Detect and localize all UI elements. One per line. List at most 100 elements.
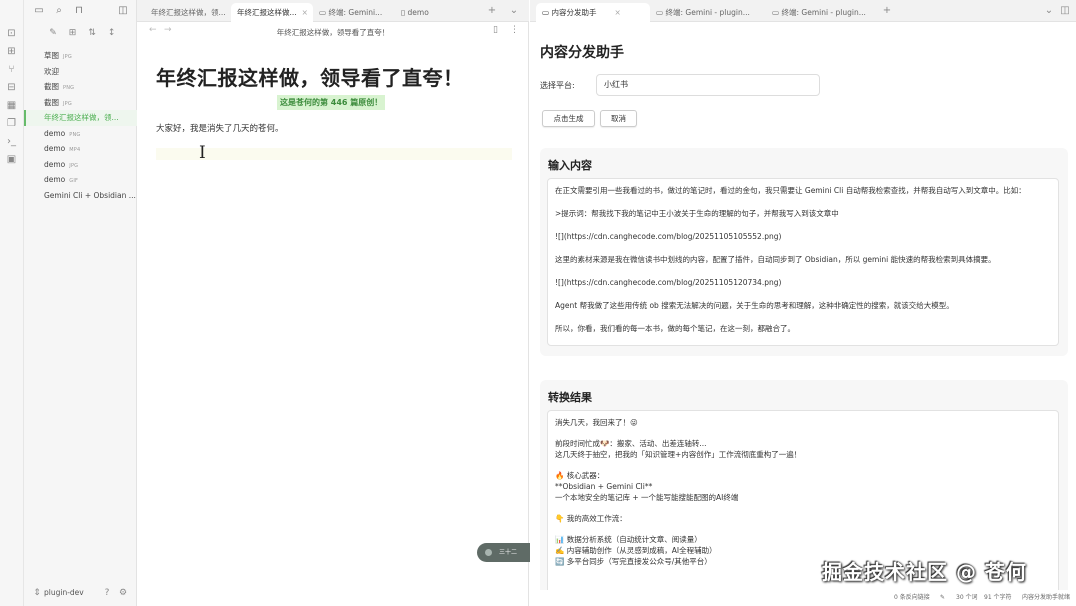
file-item[interactable]: Gemini Cli + Obsidian ... — [24, 188, 137, 204]
highlighted-text[interactable]: 这是苍何的第 446 篇原创！ — [277, 95, 386, 110]
plugin-title: 内容分发助手 — [540, 45, 624, 61]
generate-button[interactable]: 点击生成 — [542, 110, 595, 127]
tab-terminal-2[interactable]: ▭ 终端: Gemini - plugin... — [766, 3, 878, 22]
explorer-toolbar: ✎ ⊞ ⇅ ↕ — [46, 26, 122, 40]
close-icon[interactable]: × — [614, 8, 620, 17]
input-paragraph: ![](https://cdn.canghecode.com/blog/2025… — [555, 232, 782, 241]
tab-demo[interactable]: ▯ demo — [395, 3, 455, 22]
file-name: demo — [44, 159, 66, 169]
new-note-icon[interactable]: ✎ — [46, 26, 60, 40]
templates-icon[interactable]: ⊟ — [5, 81, 18, 94]
new-tab-icon[interactable]: + — [485, 4, 499, 18]
canvas-icon[interactable]: ⊞ — [5, 45, 18, 58]
file-name: 截图 — [44, 82, 59, 91]
result-line: 🔥 核心武器： — [555, 471, 605, 480]
file-item[interactable]: demo PNG — [24, 126, 137, 142]
result-line: 一个本地安全的笔记库 + 一个能写能搜能配图的AI终端 — [555, 493, 739, 502]
backlinks-count[interactable]: 0 条反向链接 — [894, 590, 930, 606]
input-paragraph: Agent 帮我做了这些用传统 ob 搜索无法解决的问题，关于生命的思考和理解，… — [555, 301, 954, 310]
input-paragraph: >提示词：帮我找下我的笔记中王小波关于生命的理解的句子，并帮我写入到该文章中 — [555, 209, 839, 218]
settings-gear-icon[interactable]: ⚙ — [116, 584, 130, 602]
search-icon[interactable]: ⌕ — [52, 4, 66, 18]
vault-switcher[interactable]: ⇕ plugin-dev ? ⚙ — [24, 584, 137, 602]
file-item[interactable]: 截图 JPG — [24, 95, 137, 111]
watermark: 掘金技术社区 @ 苍何 — [822, 560, 1027, 584]
input-paragraph: ![](https://cdn.canghecode.com/blog/2025… — [555, 278, 782, 287]
word-count: 30 个词 — [956, 594, 978, 601]
sort-icon[interactable]: ⇅ — [85, 26, 99, 40]
vault-name: plugin-dev — [44, 588, 84, 597]
tab-note-1[interactable]: 年终汇报这样做，领... — [145, 3, 231, 22]
file-extension-badge: PNG — [69, 131, 81, 138]
note-title[interactable]: 年终汇报这样做，领导看了直夸！ — [156, 62, 464, 91]
copy-icon[interactable]: ❐ — [5, 117, 18, 130]
left-tab-bar: 年终汇报这样做，领... 年终汇报这样做... × ▭ 终端: Gemini...… — [137, 0, 529, 22]
command-icon[interactable]: ▣ — [5, 153, 18, 166]
file-item[interactable]: demo JPG — [24, 157, 137, 173]
input-paragraph: 所以，你看，我们看的每一本书，做的每个笔记，在这一刻，都融合了。 — [555, 324, 795, 333]
reading-view-icon[interactable]: ▯ — [493, 25, 498, 35]
close-icon[interactable]: × — [302, 8, 308, 17]
platform-select[interactable]: 小红书 — [596, 74, 820, 96]
file-name: 截图 — [44, 97, 59, 107]
file-item[interactable]: demo GIF — [24, 172, 137, 188]
help-icon[interactable]: ? — [100, 584, 114, 602]
file-name: 草图 — [44, 51, 59, 60]
input-section: 输入内容 在正文需要引用一些我看过的书，做过的笔记时，看过的金句，我只需要让 G… — [540, 148, 1068, 356]
note-editor: ← → 年终汇报这样做，领导看了直夸！ ▯ ⋮ 年终汇报这样做，领导看了直夸！ … — [137, 22, 551, 606]
result-line: 👇 我的高效工作流： — [555, 514, 627, 523]
explorer-header: ▭ ⌕ ⊓ ◫ — [24, 0, 136, 22]
cancel-button[interactable]: 取消 — [600, 110, 637, 127]
tab-list-chevron-icon[interactable]: ⌄ — [1042, 4, 1056, 18]
result-header: 转换结果 — [548, 391, 592, 404]
edit-icon[interactable]: ✎ — [940, 590, 945, 606]
char-count: 91 个字符 — [984, 594, 1012, 601]
terminal-icon[interactable]: ›_ — [5, 135, 18, 148]
daily-note-icon[interactable]: ▦ — [5, 99, 18, 112]
folder-icon[interactable]: ▭ — [32, 4, 46, 18]
new-folder-icon[interactable]: ⊞ — [66, 26, 80, 40]
file-extension-badge: GIF — [69, 178, 79, 184]
sidebar-toggle-icon[interactable]: ◫ — [116, 4, 130, 18]
tab-terminal-1[interactable]: ▭ 终端: Gemini - plugin... — [650, 3, 766, 22]
plugin-status: 内容分发助手就绪 — [1022, 594, 1071, 601]
more-options-icon[interactable]: ⋮ — [510, 25, 519, 35]
file-name: Gemini Cli + Obsidian ... — [44, 190, 136, 200]
collapse-all-icon[interactable]: ↕ — [105, 26, 119, 40]
new-tab-icon[interactable]: + — [880, 4, 894, 18]
file-item[interactable]: 欢迎 — [24, 64, 137, 80]
tab-note-active[interactable]: 年终汇报这样做... × — [231, 3, 313, 22]
file-item[interactable]: 截图 PNG — [24, 79, 137, 95]
breadcrumb: 年终汇报这样做，领导看了直夸！ — [276, 28, 390, 37]
right-sidebar-toggle-icon[interactable]: ◫ — [1058, 4, 1072, 18]
file-item[interactable]: demo MP4 — [24, 141, 137, 157]
file-name: demo — [44, 175, 66, 184]
input-header: 输入内容 — [548, 159, 592, 172]
input-textarea[interactable]: 在正文需要引用一些我看过的书，做过的笔记时，看过的金句，我只需要让 Gemini… — [547, 178, 1059, 346]
platform-label: 选择平台: — [540, 81, 575, 90]
file-list: 草图 JPG 欢迎 截图 PNG 截图 JPG 年终汇报这样做，领... demo PNG demo… — [24, 48, 137, 203]
file-name: demo — [44, 144, 66, 153]
open-quick-switcher-icon[interactable]: ⊡ — [5, 27, 18, 40]
file-item[interactable]: 草图 JPG — [24, 48, 137, 64]
tab-plugin[interactable]: ▭ 内容分发助手 × — [536, 3, 650, 22]
result-line: 前段时间忙成🐶：搬家、活动、出差连轴转... — [555, 439, 707, 448]
file-extension-badge: MP4 — [69, 147, 81, 153]
record-dot-icon — [485, 549, 492, 556]
tab-terminal[interactable]: ▭ 终端: Gemini... — [313, 3, 393, 22]
left-ribbon: ⊡ ⊞ ⑂ ⊟ ▦ ❐ ›_ ▣ — [0, 0, 24, 606]
tab-list-chevron-icon[interactable]: ⌄ — [507, 4, 521, 18]
graph-view-icon[interactable]: ⑂ — [5, 63, 18, 76]
file-item[interactable]: 年终汇报这样做，领... — [24, 110, 137, 126]
file-name: demo — [44, 128, 66, 138]
result-line: 这几天终于抽空，把我的「知识管理+内容创作」工作流彻底重构了一遍！ — [555, 450, 802, 459]
result-line: 📊 数据分析系统（自动统计文章、阅读量） — [555, 535, 702, 544]
file-extension-badge: PNG — [63, 85, 75, 91]
note-paragraph[interactable]: 大家好，我是消失了几天的苍何。 — [156, 122, 284, 134]
bookmark-icon[interactable]: ⊓ — [72, 4, 86, 18]
result-line: ✍️ 内容辅助创作（从灵感到成稿，AI全程辅助） — [555, 546, 717, 555]
